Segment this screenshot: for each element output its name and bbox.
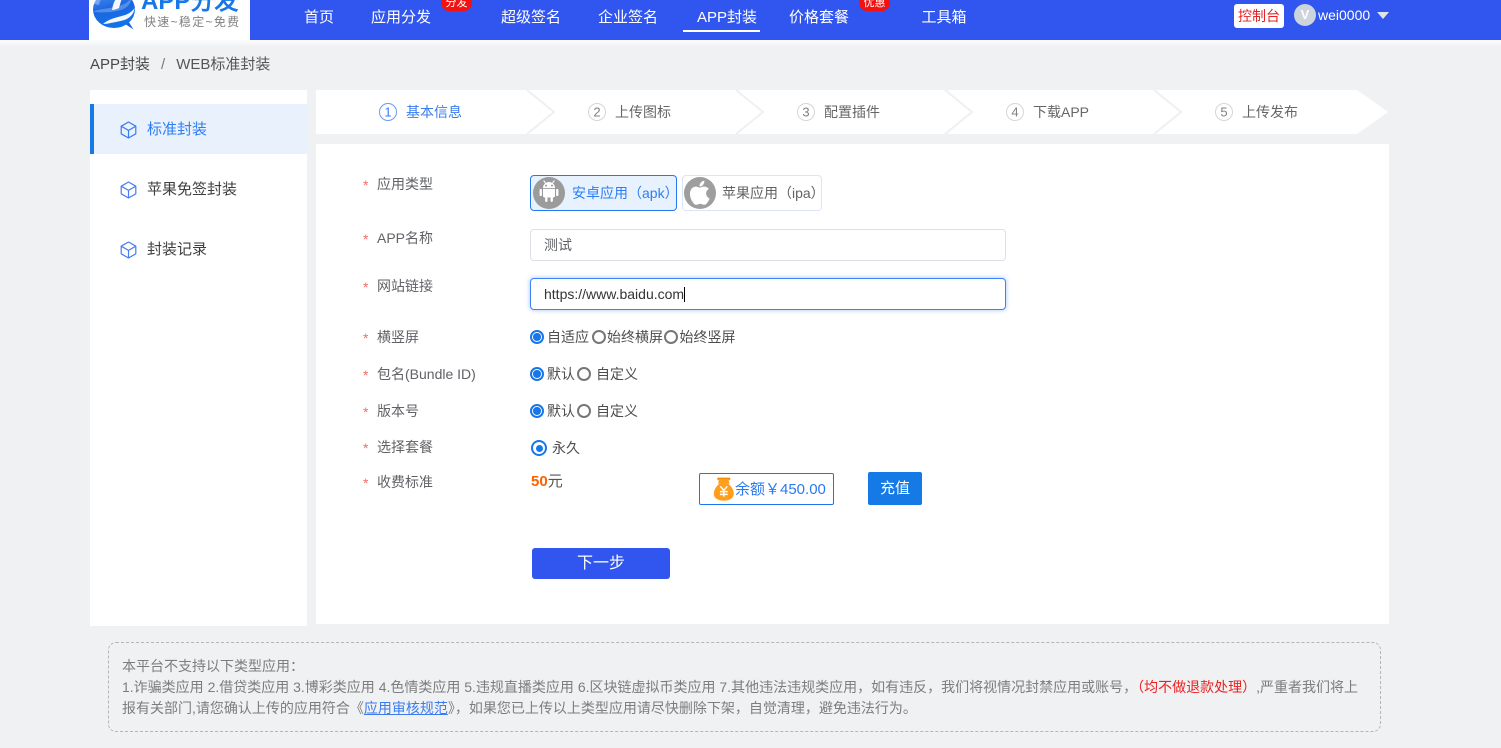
svg-text:基本信息: 基本信息 xyxy=(406,104,462,120)
svg-text:3: 3 xyxy=(802,105,809,120)
svg-text:1: 1 xyxy=(384,105,391,120)
svg-text:2: 2 xyxy=(593,105,600,120)
svg-text:5: 5 xyxy=(1220,105,1227,120)
svg-text:4: 4 xyxy=(1011,105,1018,120)
svg-text:下载APP: 下载APP xyxy=(1033,104,1089,120)
svg-text:上传图标: 上传图标 xyxy=(615,104,671,120)
svg-text:配置插件: 配置插件 xyxy=(824,104,880,120)
svg-text:上传发布: 上传发布 xyxy=(1242,104,1298,120)
